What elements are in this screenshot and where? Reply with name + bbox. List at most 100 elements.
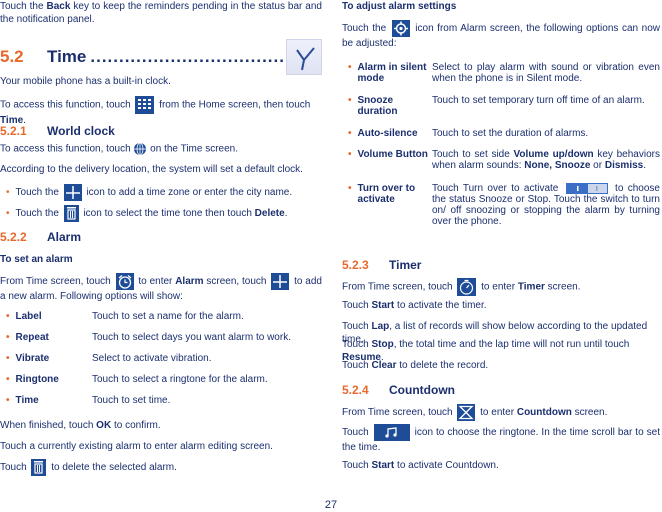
trash-icon — [31, 459, 47, 476]
text: to activate the timer. — [394, 300, 487, 311]
bullet-icon: • — [348, 95, 352, 106]
option-description: Touch to set time. — [92, 395, 171, 406]
timer-label: Timer — [517, 281, 545, 293]
setting-alarm-in-silent-mode: • Alarm in silent mode Select to play ala… — [348, 62, 660, 84]
text: Touch — [0, 462, 30, 474]
countdown-line-enter: From Time screen, touch to enter Countdo… — [342, 404, 607, 421]
subsection-heading-countdown: 5.2.4 Countdown — [342, 383, 455, 397]
alarm-intro-paragraph: From Time screen, touch to enter Alarm s… — [0, 273, 322, 303]
countdown-line-ringtone: Touch icon to choose the ringtone. In th… — [342, 424, 660, 454]
text: Touch — [342, 427, 372, 439]
text: . — [643, 160, 646, 171]
built-in-clock-text: Your mobile phone has a built-in clock. — [0, 76, 171, 87]
edit-alarm-text: Touch a currently existing alarm to ente… — [0, 441, 273, 452]
text: Touch to set side — [432, 149, 514, 160]
setting-description: Touch to set side Volume up/down key beh… — [432, 149, 660, 171]
plus-icon — [271, 273, 290, 290]
subsection-heading-timer: 5.2.3 Timer — [342, 258, 421, 272]
delete-alarm-text: Touch to delete the selected alarm. — [0, 459, 177, 476]
option-label: Vibrate — [15, 353, 50, 364]
stop-label: Stop — [371, 339, 394, 350]
subsection-title: Alarm — [47, 230, 82, 244]
setting-label: Alarm in silent mode — [357, 62, 427, 84]
text: Touch — [342, 360, 372, 371]
stopwatch-icon — [457, 278, 477, 296]
text: screen. — [544, 281, 581, 293]
text: Touch the — [342, 23, 390, 35]
text: From Time screen, touch — [342, 407, 456, 419]
text: to confirm. — [111, 420, 161, 431]
subsection-number: 5.2.4 — [342, 383, 369, 397]
alarm-clock-icon — [115, 273, 134, 290]
section-title: Time — [47, 47, 87, 66]
section-number: 5.2 — [0, 47, 24, 66]
text: to activate Countdown. — [394, 460, 499, 471]
text: Touch — [342, 339, 372, 350]
alarm-option-repeat: • Repeat Touch to select days you want al… — [6, 332, 291, 343]
text: screen, touch — [203, 276, 270, 288]
alarm-option-ringtone: • Ringtone Touch to select a ringtone for… — [6, 374, 268, 385]
hourglass-icon — [457, 404, 476, 421]
setting-label: Snooze duration — [357, 95, 398, 117]
lap-label: Lap — [371, 321, 390, 332]
text: Touch — [342, 460, 372, 471]
option-label: Time — [15, 395, 39, 406]
start-label: Start — [371, 460, 395, 471]
setting-snooze-duration: • Snooze duration Touch to set temporary … — [348, 95, 660, 117]
bullet-icon: • — [348, 62, 352, 73]
bullet-icon: • — [6, 332, 10, 343]
back-key-paragraph: Touch the Back key to keep the reminders… — [0, 0, 322, 26]
bullet-icon: • — [348, 128, 352, 139]
bullet-icon: • — [6, 208, 10, 220]
text: Touch the — [0, 1, 47, 12]
default-clock-text: According to the delivery location, the … — [0, 164, 303, 175]
text: From Time screen, touch — [0, 276, 114, 288]
text: to delete the record. — [396, 360, 489, 371]
clear-label: Clear — [371, 360, 397, 371]
text: from the Home screen, then touch — [156, 99, 311, 111]
text: Touch Turn over to activate — [432, 183, 563, 195]
text: to enter — [478, 281, 518, 293]
text: When finished, touch — [0, 420, 97, 431]
subsection-heading-alarm: 5.2.2 Alarm — [0, 230, 81, 244]
bullet-add-timezone: • Touch the icon to add a time zone or en… — [6, 184, 292, 201]
countdown-label: Countdown — [516, 407, 572, 419]
leader-dots: ........................................… — [90, 47, 286, 66]
bullet-icon: • — [348, 183, 352, 194]
world-clock-access: To access this function, touch on the Ti… — [0, 142, 238, 156]
volume-up-down-label: Volume up/down — [513, 149, 594, 160]
text: to delete the selected alarm. — [48, 462, 177, 474]
bullet-icon: • — [348, 149, 352, 160]
bullet-icon: • — [6, 374, 10, 385]
app-grid-icon — [135, 96, 155, 114]
toggle-switch-icon — [565, 183, 608, 194]
alarm-option-label: • Label Touch to set a name for the alarm… — [6, 311, 244, 322]
text: . — [284, 208, 288, 220]
alarm-option-vibrate: • Vibrate Select to activate vibration. — [6, 353, 212, 364]
setting-description: Touch to set temporary turn off time of … — [432, 95, 645, 106]
section-heading-time: 5.2 Time ...............................… — [0, 39, 322, 75]
text: Touch — [342, 300, 372, 311]
finish-confirm-text: When finished, touch OK to confirm. — [0, 419, 161, 432]
trash-icon — [63, 205, 79, 222]
text: icon to add a time zone or enter the cit… — [83, 187, 293, 199]
subsection-title: Timer — [389, 258, 422, 272]
none-snooze-label: None, Snooze — [524, 160, 591, 171]
option-description: Touch to select a ringtone for the alarm… — [92, 374, 268, 385]
bullet-delete-timezone: • Touch the icon to select the time tone … — [6, 205, 287, 222]
text: to enter — [135, 276, 176, 288]
page-number: 27 — [324, 499, 338, 511]
dismiss-label: Dismiss — [604, 160, 644, 171]
text: Touch — [342, 321, 372, 332]
subsection-title: Countdown — [389, 383, 455, 397]
setting-description: Touch to set the duration of alarms. — [432, 128, 589, 139]
music-note-icon — [373, 424, 410, 441]
set-alarm-heading: To set an alarm — [0, 254, 73, 265]
plus-icon — [63, 184, 82, 201]
start-label: Start — [371, 300, 395, 311]
setting-label: Turn over to activate — [357, 183, 416, 205]
timer-line-clear: Touch Clear to delete the record. — [342, 359, 488, 372]
bullet-icon: • — [6, 187, 10, 199]
option-description: Touch to select days you want alarm to w… — [92, 332, 291, 343]
option-label: Label — [15, 311, 42, 322]
